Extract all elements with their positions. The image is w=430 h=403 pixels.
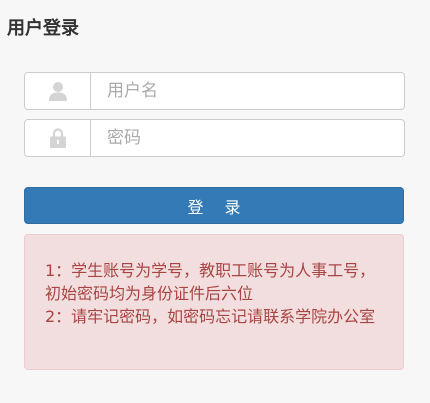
lock-icon xyxy=(25,120,91,156)
notice-alert: 1：学生账号为学号，教职工账号为人事工号，初始密码均为身份证件后六位 2：请牢记… xyxy=(24,234,404,370)
login-button[interactable]: 登 录 xyxy=(24,187,404,224)
login-page: 用户登录 登 录 1：学生账号为学号，教职工账号为人事工号，初始密码均为身份证件… xyxy=(0,0,430,403)
password-input[interactable] xyxy=(91,120,404,156)
user-icon xyxy=(25,73,91,109)
password-group xyxy=(24,119,405,157)
username-group xyxy=(24,72,405,110)
notice-line-2: 2：请牢记密码，如密码忘记请联系学院办公室 xyxy=(45,307,376,326)
username-input[interactable] xyxy=(91,73,404,109)
notice-line-1: 1：学生账号为学号，教职工账号为人事工号，初始密码均为身份证件后六位 xyxy=(45,261,376,303)
page-title: 用户登录 xyxy=(7,18,79,39)
